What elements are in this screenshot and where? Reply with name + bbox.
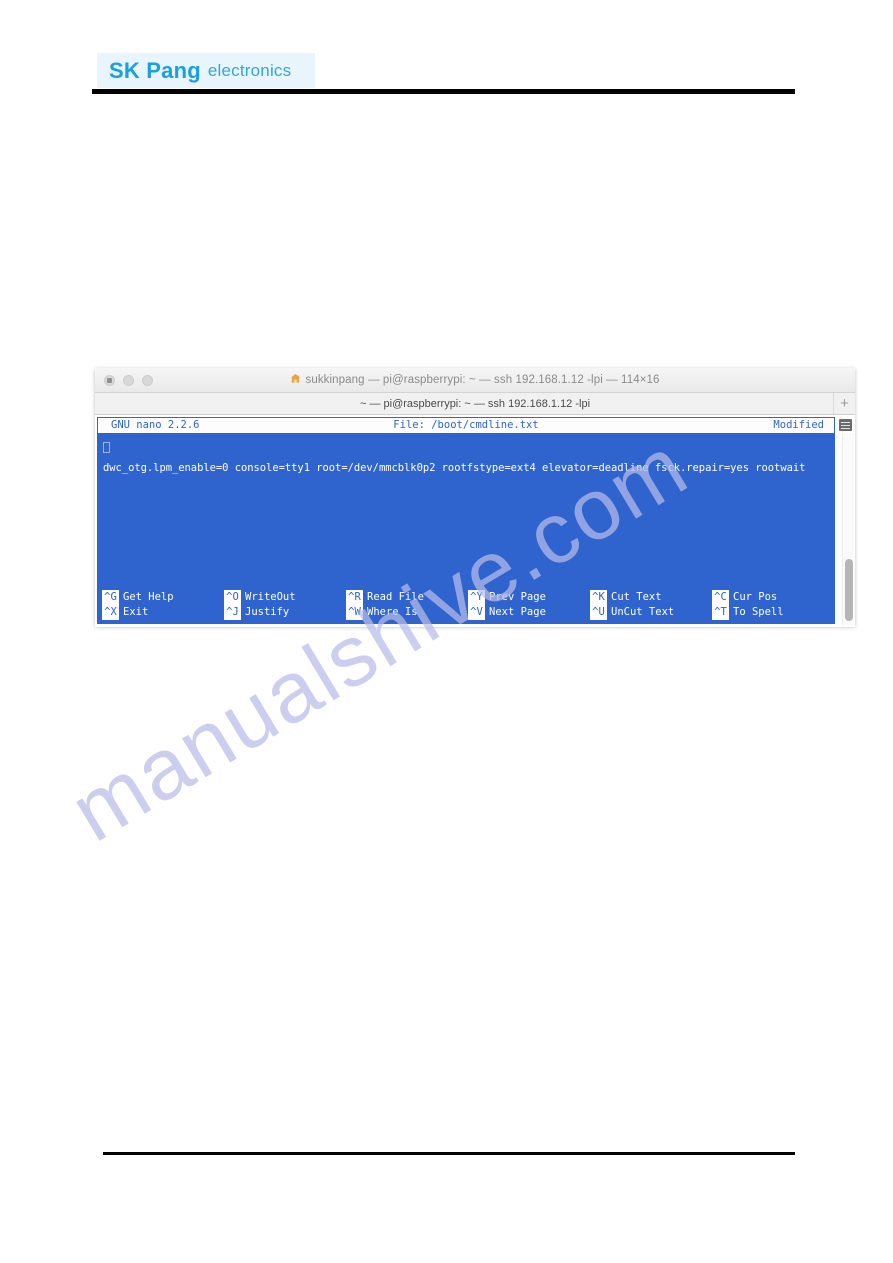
minimize-button[interactable] bbox=[123, 374, 134, 386]
shortcut-column: ^K Cut Text ^U UnCut Text bbox=[590, 590, 712, 620]
shortcut-key: ^R bbox=[346, 590, 363, 605]
document-page: SK Pang electronics manualshive.com sukk… bbox=[0, 0, 893, 1263]
shortcut-label: Next Page bbox=[489, 606, 546, 618]
brand-name-light: electronics bbox=[207, 60, 292, 80]
nano-line-1[interactable]: dwc_otg.lpm_enable=0 console=tty1 root=/… bbox=[103, 461, 834, 476]
tab-bar[interactable]: ~ — pi@raspberrypi: ~ — ssh 192.168.1.12… bbox=[95, 393, 855, 415]
nano-modified-status: Modified bbox=[773, 419, 824, 431]
nano-text-area[interactable]: dwc_otg.lpm_enable=0 console=tty1 root=/… bbox=[98, 433, 834, 476]
shortcut-label: To Spell bbox=[733, 606, 784, 618]
text-cursor bbox=[103, 442, 110, 453]
shortcut-label: Prev Page bbox=[489, 591, 546, 603]
house-icon bbox=[290, 373, 301, 387]
shortcut-column: ^C Cur Pos ^T To Spell bbox=[712, 590, 834, 620]
watermark: manualshive.com bbox=[55, 418, 840, 960]
shortcut-key: ^O bbox=[224, 590, 241, 605]
nano-cursor-row bbox=[103, 433, 834, 458]
shortcut-column: ^O WriteOut ^J Justify bbox=[224, 590, 346, 620]
nano-shortcut-bar: ^G Get Help ^X Exit ^O WriteOut ^J Justi… bbox=[98, 590, 834, 620]
shortcut-cur-pos[interactable]: ^C Cur Pos bbox=[712, 590, 834, 605]
shortcut-writeout[interactable]: ^O WriteOut bbox=[224, 590, 346, 605]
tab-active[interactable]: ~ — pi@raspberrypi: ~ — ssh 192.168.1.12… bbox=[95, 398, 855, 410]
shortcut-key: ^U bbox=[590, 605, 607, 620]
shortcut-label: Read File bbox=[367, 591, 424, 603]
shortcut-label: Get Help bbox=[123, 591, 174, 603]
shortcut-label: Justify bbox=[245, 606, 290, 618]
terminal-window[interactable]: sukkinpang — pi@raspberrypi: ~ — ssh 192… bbox=[95, 368, 855, 627]
terminal-body[interactable]: GNU nano 2.2.6 File: /boot/cmdline.txt M… bbox=[95, 415, 855, 627]
window-controls[interactable] bbox=[104, 374, 153, 386]
shortcut-where-is[interactable]: ^W Where Is bbox=[346, 605, 468, 620]
close-button[interactable] bbox=[104, 374, 115, 386]
window-title-text: sukkinpang — pi@raspberrypi: ~ — ssh 192… bbox=[305, 374, 660, 386]
nano-editor[interactable]: GNU nano 2.2.6 File: /boot/cmdline.txt M… bbox=[97, 417, 835, 624]
shortcut-label: WriteOut bbox=[245, 591, 296, 603]
header-rule bbox=[92, 89, 795, 94]
shortcut-key: ^Y bbox=[468, 590, 485, 605]
split-pane-icon[interactable] bbox=[839, 419, 852, 431]
shortcut-key: ^G bbox=[102, 590, 119, 605]
nano-header: GNU nano 2.2.6 File: /boot/cmdline.txt M… bbox=[98, 418, 834, 433]
footer-rule bbox=[103, 1152, 795, 1155]
shortcut-prev-page[interactable]: ^Y Prev Page bbox=[468, 590, 590, 605]
shortcut-label: Where Is bbox=[367, 606, 418, 618]
brand-name-bold: SK Pang bbox=[109, 57, 201, 83]
shortcut-key: ^X bbox=[102, 605, 119, 620]
brand-logo: SK Pang electronics bbox=[97, 53, 315, 88]
shortcut-cut-text[interactable]: ^K Cut Text bbox=[590, 590, 712, 605]
window-titlebar[interactable]: sukkinpang — pi@raspberrypi: ~ — ssh 192… bbox=[95, 368, 855, 393]
shortcut-key: ^C bbox=[712, 590, 729, 605]
vertical-scrollbar[interactable] bbox=[842, 433, 854, 625]
shortcut-label: Cur Pos bbox=[733, 591, 778, 603]
shortcut-justify[interactable]: ^J Justify bbox=[224, 605, 346, 620]
shortcut-column: ^G Get Help ^X Exit bbox=[102, 590, 224, 620]
shortcut-key: ^T bbox=[712, 605, 729, 620]
shortcut-key: ^W bbox=[346, 605, 363, 620]
shortcut-key: ^K bbox=[590, 590, 607, 605]
shortcut-label: UnCut Text bbox=[611, 606, 675, 618]
nano-filename: File: /boot/cmdline.txt bbox=[393, 419, 539, 431]
shortcut-next-page[interactable]: ^V Next Page bbox=[468, 605, 590, 620]
window-title: sukkinpang — pi@raspberrypi: ~ — ssh 192… bbox=[95, 373, 855, 387]
zoom-button[interactable] bbox=[142, 374, 153, 386]
scrollbar-thumb[interactable] bbox=[845, 559, 853, 621]
nano-version: GNU nano 2.2.6 bbox=[111, 419, 200, 431]
shortcut-label: Exit bbox=[123, 606, 149, 618]
shortcut-uncut-text[interactable]: ^U UnCut Text bbox=[590, 605, 712, 620]
new-tab-button[interactable]: + bbox=[833, 393, 855, 414]
shortcut-column: ^Y Prev Page ^V Next Page bbox=[468, 590, 590, 620]
shortcut-read-file[interactable]: ^R Read File bbox=[346, 590, 468, 605]
shortcut-key: ^J bbox=[224, 605, 241, 620]
shortcut-get-help[interactable]: ^G Get Help bbox=[102, 590, 224, 605]
shortcut-column: ^R Read File ^W Where Is bbox=[346, 590, 468, 620]
shortcut-label: Cut Text bbox=[611, 591, 662, 603]
shortcut-to-spell[interactable]: ^T To Spell bbox=[712, 605, 834, 620]
shortcut-key: ^V bbox=[468, 605, 485, 620]
shortcut-exit[interactable]: ^X Exit bbox=[102, 605, 224, 620]
